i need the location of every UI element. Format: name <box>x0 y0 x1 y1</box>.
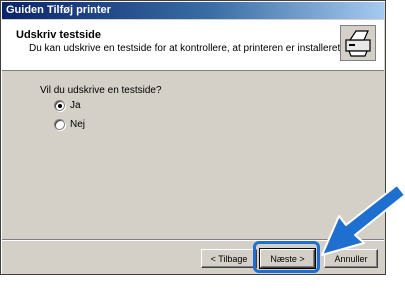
back-button[interactable]: < Tilbage <box>201 249 257 268</box>
window-title: Guiden Tilføj printer <box>6 4 111 16</box>
printer-icon <box>340 25 376 61</box>
page-subtitle: Du kan udskrive en testside for at kontr… <box>29 43 377 54</box>
wizard-header: Udskriv testside Du kan udskrive en test… <box>2 20 384 71</box>
radio-no-button[interactable] <box>54 119 65 130</box>
radio-no-label[interactable]: Nej <box>70 119 85 130</box>
page-title: Udskriv testside <box>16 29 101 41</box>
radio-yes-label[interactable]: Ja <box>70 100 81 111</box>
radio-yes-button[interactable] <box>54 100 65 111</box>
pointer-arrow-icon <box>321 184 405 256</box>
question-label: Vil du udskrive en testside? <box>40 85 162 96</box>
title-bar[interactable]: Guiden Tilføj printer <box>2 2 384 19</box>
radio-option-no[interactable]: Nej <box>54 118 85 131</box>
radio-option-yes[interactable]: Ja <box>54 99 81 112</box>
